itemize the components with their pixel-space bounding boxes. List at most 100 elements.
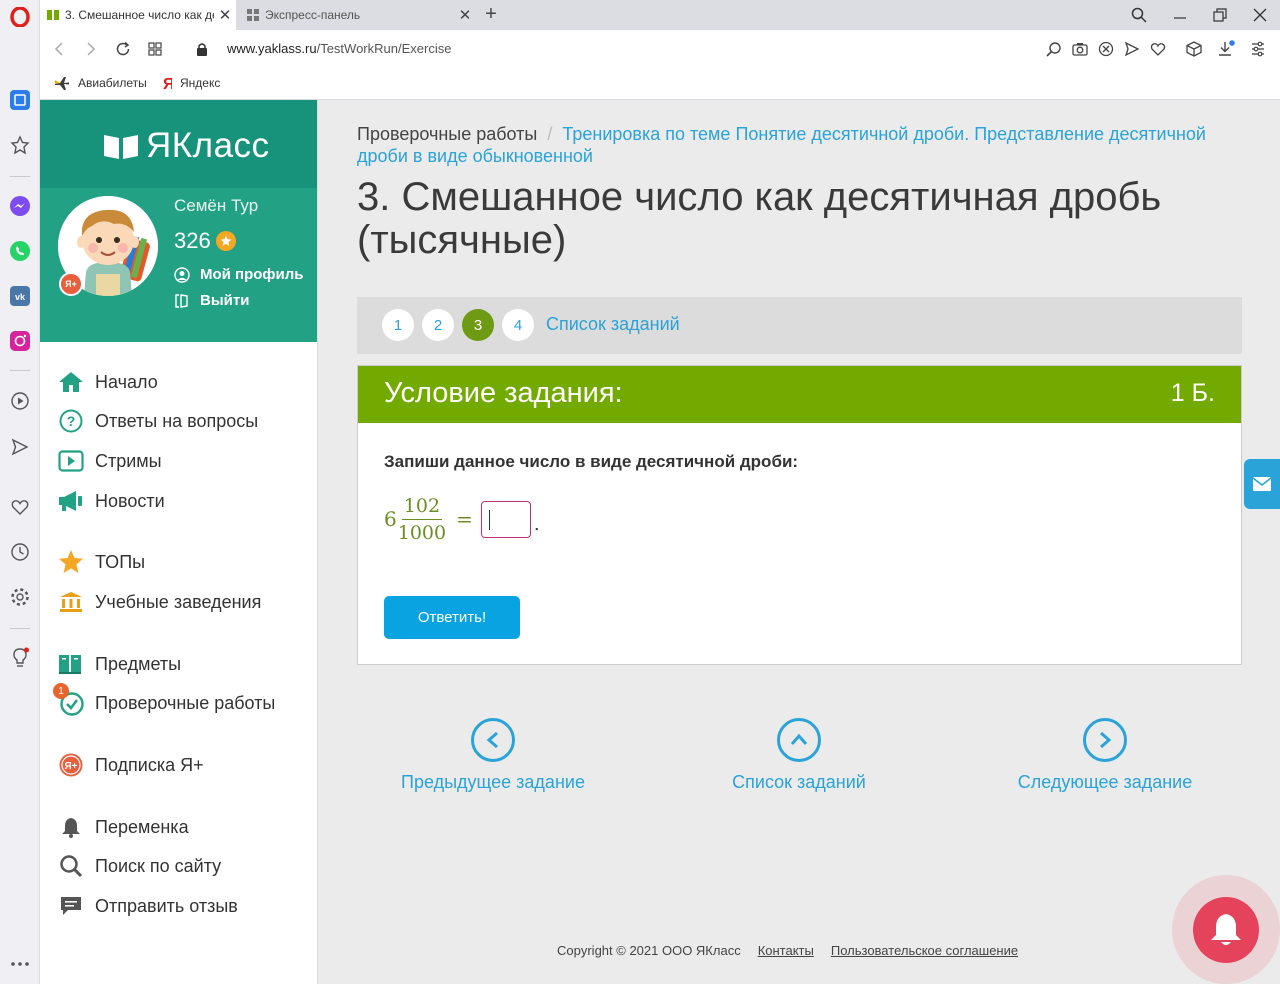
- tab-close-icon[interactable]: ✕: [214, 6, 236, 24]
- chevron-up-icon[interactable]: [777, 718, 821, 762]
- notification-bell-button[interactable]: [1193, 897, 1259, 963]
- yaplus-icon: Я+: [58, 752, 84, 778]
- tab-title: 3. Смешанное число как десятичная дробь: [65, 8, 214, 22]
- lightbulb-icon[interactable]: [8, 646, 32, 670]
- site-sidebar: ЯКласс Я+ Семён Тур 326 Мой профиль Выйт…: [40, 100, 318, 984]
- menu-label: Начало: [95, 371, 158, 392]
- home-icon: [58, 369, 84, 395]
- tasks-list-nav-link[interactable]: Список заданий: [689, 718, 909, 793]
- forward-icon[interactable]: [80, 38, 102, 60]
- contacts-link[interactable]: Контакты: [758, 943, 814, 958]
- breadcrumb-root[interactable]: Проверочные работы: [357, 124, 537, 144]
- menu-item-tops[interactable]: ТОПы: [58, 547, 308, 577]
- menu-item-tests[interactable]: 1 Проверочные работы: [53, 683, 308, 718]
- next-task-label[interactable]: Следующее задание: [995, 772, 1215, 793]
- history-icon[interactable]: [8, 540, 32, 564]
- tabs-grid-icon[interactable]: [144, 38, 166, 60]
- menu-item-schools[interactable]: Учебные заведения: [58, 587, 308, 617]
- menu-item-search[interactable]: Поиск по сайту: [58, 851, 308, 881]
- menu-item-subscription[interactable]: Я+ Подписка Я+: [58, 750, 308, 780]
- close-window-icon[interactable]: [1249, 4, 1271, 26]
- address-bar: www.yaklass.ru/TestWorkRun/Exercise: [40, 30, 1280, 68]
- opera-logo-icon[interactable]: [9, 6, 31, 28]
- menu-item-answers[interactable]: ? Ответы на вопросы: [58, 406, 308, 436]
- messenger-icon[interactable]: [8, 194, 32, 218]
- formula-period: .: [533, 513, 540, 535]
- formula-fraction: 102 1000: [398, 493, 446, 546]
- formula-whole: 6: [384, 507, 397, 531]
- menu-label: Проверочные работы: [95, 692, 276, 713]
- lock-icon[interactable]: [191, 38, 213, 60]
- points-value: 326: [174, 228, 211, 253]
- adblock-icon[interactable]: [1096, 39, 1116, 59]
- step-2[interactable]: 2: [422, 309, 454, 341]
- bookmark-yandex[interactable]: Я Яндекс: [162, 75, 220, 91]
- send-icon[interactable]: [8, 435, 32, 459]
- url-field[interactable]: www.yaklass.ru/TestWorkRun/Exercise: [227, 41, 451, 56]
- task-header-title: Условие задания:: [384, 377, 623, 409]
- minimize-icon[interactable]: [1169, 4, 1191, 26]
- favorite-heart-icon[interactable]: [1148, 39, 1168, 59]
- menu-item-subjects[interactable]: Предметы: [58, 649, 308, 679]
- menu-item-streams[interactable]: Стримы: [58, 446, 308, 476]
- book-icon: [58, 651, 84, 677]
- feedback-mail-tab[interactable]: [1244, 459, 1280, 509]
- step-1[interactable]: 1: [382, 309, 414, 341]
- chevron-right-icon[interactable]: [1083, 718, 1127, 762]
- tab-close-icon[interactable]: ✕: [454, 6, 476, 24]
- menu-item-break[interactable]: Переменка: [58, 812, 308, 842]
- bookmark-flights[interactable]: Авиабилеты: [54, 75, 147, 91]
- restore-icon[interactable]: [1209, 4, 1231, 26]
- step-4[interactable]: 4: [502, 309, 534, 341]
- tab-search-icon[interactable]: [1128, 4, 1150, 26]
- site-logo[interactable]: ЯКласс: [102, 126, 270, 166]
- previous-task-label[interactable]: Предыдущее задание: [383, 772, 603, 793]
- previous-task-link[interactable]: Предыдущее задание: [383, 718, 603, 793]
- more-options-icon[interactable]: [8, 952, 32, 976]
- check-icon: 1: [53, 683, 84, 716]
- menu-label: Новости: [95, 490, 165, 511]
- step-3-current[interactable]: 3: [462, 309, 494, 341]
- download-icon[interactable]: [1216, 39, 1236, 59]
- vk-icon[interactable]: vk: [8, 284, 32, 308]
- heart-icon[interactable]: [8, 495, 32, 519]
- whatsapp-icon[interactable]: [8, 239, 32, 263]
- tasks-list-link[interactable]: Список заданий: [546, 314, 680, 335]
- tasks-list-nav-label[interactable]: Список заданий: [689, 772, 909, 793]
- svg-text:vk: vk: [15, 292, 26, 302]
- megaphone-icon: [58, 488, 84, 514]
- back-icon[interactable]: [48, 38, 70, 60]
- submit-answer-button[interactable]: Ответить!: [384, 596, 520, 639]
- new-tab-button[interactable]: +: [480, 3, 502, 25]
- tab-active[interactable]: 3. Смешанное число как десятичная дробь …: [40, 0, 236, 30]
- site-logo-area[interactable]: ЯКласс: [40, 100, 317, 198]
- camera-icon[interactable]: [1070, 39, 1090, 59]
- reload-icon[interactable]: [112, 38, 134, 60]
- instagram-icon[interactable]: [8, 329, 32, 353]
- menu-item-news[interactable]: Новости: [58, 486, 308, 516]
- svg-text:?: ?: [67, 413, 76, 429]
- speed-dial-icon[interactable]: [8, 88, 32, 112]
- next-task-link[interactable]: Следующее задание: [995, 718, 1215, 793]
- menu-item-home[interactable]: Начало: [58, 367, 308, 397]
- my-profile-link[interactable]: Мой профиль: [174, 266, 304, 283]
- yaklass-favicon-icon: [47, 10, 59, 20]
- box-icon[interactable]: [1184, 39, 1204, 59]
- school-icon: [58, 589, 84, 615]
- easy-setup-icon[interactable]: [1248, 39, 1268, 59]
- zoom-icon[interactable]: [1044, 39, 1064, 59]
- yaplus-badge: Я+: [59, 272, 83, 296]
- tab-express-panel[interactable]: Экспресс-панель ✕: [240, 0, 476, 30]
- logout-link[interactable]: Выйти: [174, 292, 249, 309]
- player-icon[interactable]: [8, 389, 32, 413]
- main-content: Проверочные работы / Тренировка по теме По…: [318, 100, 1280, 984]
- share-send-icon[interactable]: [1122, 39, 1142, 59]
- page-title: 3. Смешанное число как десятичная дробь …: [357, 175, 1162, 262]
- menu-item-feedback[interactable]: Отправить отзыв: [58, 891, 308, 921]
- agreement-link[interactable]: Пользовательское соглашение: [831, 943, 1018, 958]
- settings-icon[interactable]: [8, 585, 32, 609]
- answer-input[interactable]: [480, 500, 531, 538]
- bookmarks-star-icon[interactable]: [8, 133, 32, 157]
- svg-text:Я+: Я+: [64, 761, 77, 772]
- chevron-left-icon[interactable]: [471, 718, 515, 762]
